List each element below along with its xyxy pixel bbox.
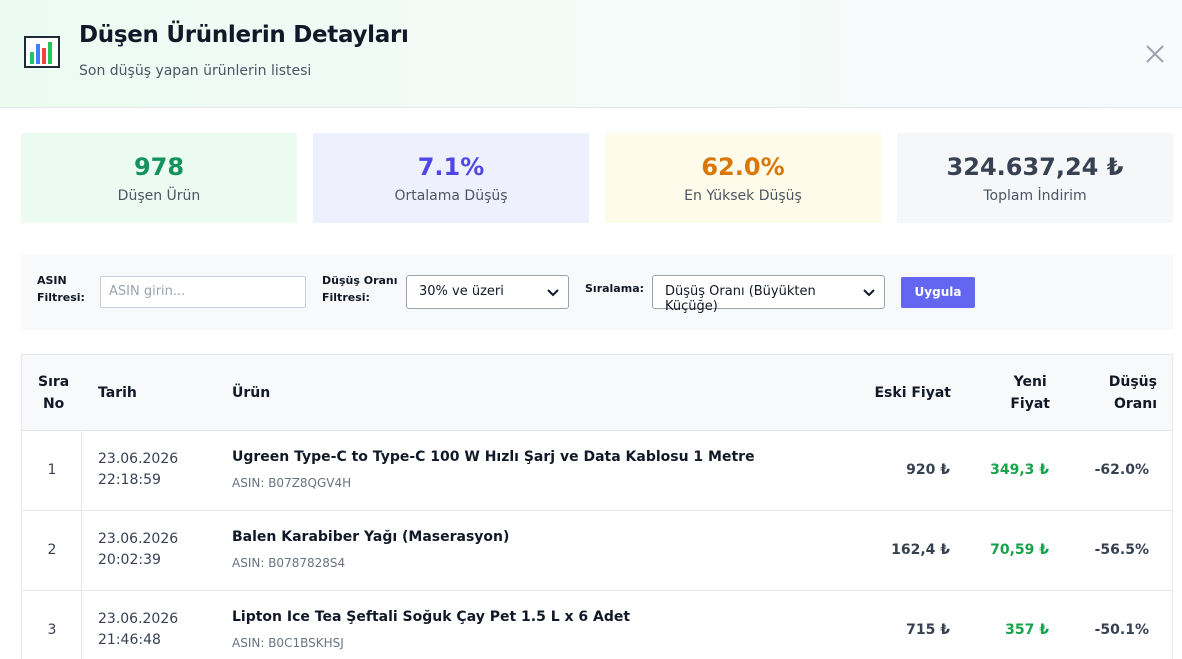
row-number: 2 — [47, 542, 57, 558]
sort-select-value: Düşüş Oranı (Büyükten Küçüğe) — [665, 284, 816, 314]
col-drop-rate: Düşüş Oranı — [1108, 374, 1157, 412]
drop-rate: -62.0% — [1094, 462, 1149, 478]
row-date: 23.06.2026 21:46:48 — [98, 611, 179, 648]
chevron-down-icon — [547, 289, 559, 297]
asin-input[interactable]: ASIN girin... — [100, 276, 306, 308]
modal-header: Düşen Ürünlerin Detayları Son düşüş yapa… — [0, 0, 1182, 108]
stat-card-dropped-products: 978 Düşen Ürün — [21, 133, 297, 223]
new-price: 349,3 ₺ — [990, 462, 1049, 478]
stat-label: Düşen Ürün — [117, 188, 201, 204]
row-date: 23.06.2026 22:18:59 — [98, 451, 179, 488]
col-date: Tarih — [98, 385, 137, 401]
col-new-price: Yeni Fiyat — [1010, 374, 1050, 412]
filter-bar: ASIN Filtresi: ASIN girin... Düşüş Oranı… — [21, 255, 1173, 330]
stat-label: Toplam İndirim — [983, 188, 1087, 204]
col-old-price: Eski Fiyat — [874, 385, 951, 401]
close-icon[interactable] — [1143, 42, 1167, 66]
product-name[interactable]: Lipton Ice Tea Şeftali Soğuk Çay Pet 1.5… — [232, 609, 630, 625]
products-table: Sıra No Tarih Ürün Eski Fiyat Yeni Fiyat… — [21, 354, 1173, 659]
drop-rate: -56.5% — [1094, 542, 1149, 558]
old-price: 715 ₺ — [906, 622, 950, 638]
stats-row: 978 Düşen Ürün 7.1% Ortalama Düşüş 62.0%… — [21, 133, 1173, 223]
drop-rate-select-value: 30% ve üzeri — [419, 284, 504, 299]
apply-button[interactable]: Uygula — [901, 277, 975, 308]
stat-value: 7.1% — [417, 153, 485, 181]
product-asin: ASIN: B0C1BSKHSJ — [232, 636, 344, 650]
stat-card-total-discount: 324.637,24 ₺ Toplam İndirim — [897, 133, 1173, 223]
stat-label: Ortalama Düşüş — [394, 188, 508, 204]
drop-rate-select[interactable]: 30% ve üzeri — [406, 275, 569, 309]
product-name[interactable]: Balen Karabiber Yağı (Maserasyon) — [232, 529, 509, 545]
table-row[interactable]: 2 23.06.2026 20:02:39 Balen Karabiber Ya… — [22, 511, 1172, 591]
stat-value: 978 — [133, 153, 185, 181]
old-price: 920 ₺ — [906, 462, 950, 478]
stat-card-average-drop: 7.1% Ortalama Düşüş — [313, 133, 589, 223]
drop-rate: -50.1% — [1094, 622, 1149, 638]
new-price: 357 ₺ — [1005, 622, 1049, 638]
table-header: Sıra No Tarih Ürün Eski Fiyat Yeni Fiyat… — [22, 355, 1172, 431]
stat-card-highest-drop: 62.0% En Yüksek Düşüş — [605, 133, 881, 223]
row-date: 23.06.2026 20:02:39 — [98, 531, 179, 568]
stat-value: 324.637,24 ₺ — [946, 153, 1124, 181]
col-product: Ürün — [232, 385, 271, 401]
product-asin: ASIN: B0787828S4 — [232, 556, 346, 570]
sort-select[interactable]: Düşüş Oranı (Büyükten Küçüğe) — [652, 275, 885, 314]
product-asin: ASIN: B07Z8QGV4H — [232, 476, 352, 490]
new-price: 70,59 ₺ — [990, 542, 1049, 558]
sort-label: Sıralama: — [585, 282, 645, 295]
stat-value: 62.0% — [701, 153, 785, 181]
row-number: 1 — [47, 462, 57, 478]
stat-label: En Yüksek Düşüş — [684, 188, 802, 204]
drop-filter-label: Düşüş Oranı Filtresi: — [322, 274, 398, 304]
page-subtitle: Son düşüş yapan ürünlerin listesi — [79, 63, 312, 79]
bar-chart-icon — [24, 36, 60, 68]
col-no: Sıra No — [38, 374, 70, 412]
table-row[interactable]: 3 23.06.2026 21:46:48 Lipton Ice Tea Şef… — [22, 591, 1172, 659]
product-name[interactable]: Ugreen Type-C to Type-C 100 W Hızlı Şarj… — [232, 449, 755, 465]
table-row[interactable]: 1 23.06.2026 22:18:59 Ugreen Type-C to T… — [22, 431, 1172, 511]
row-number: 3 — [47, 622, 57, 638]
old-price: 162,4 ₺ — [891, 542, 950, 558]
asin-filter-label: ASIN Filtresi: — [37, 274, 85, 304]
chevron-down-icon — [863, 289, 875, 297]
page-title: Düşen Ürünlerin Detayları — [79, 22, 409, 48]
